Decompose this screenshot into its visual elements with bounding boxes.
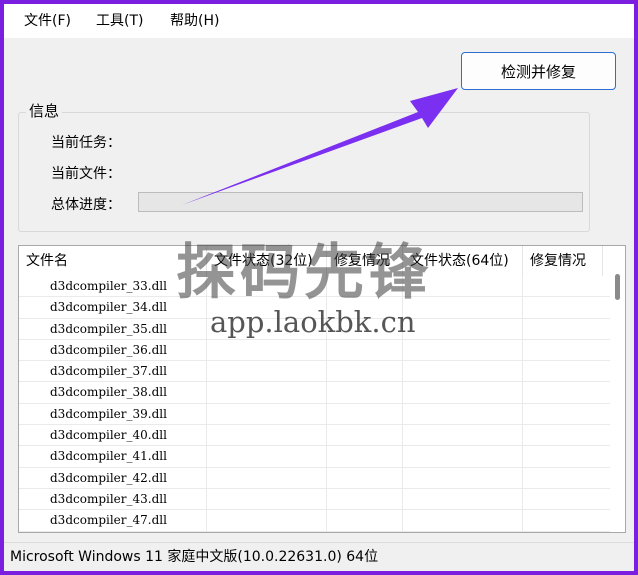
row-cell <box>207 488 327 510</box>
row-cell <box>403 446 523 467</box>
row-filename: d3dcompiler_38.dll <box>19 382 207 403</box>
column-header-repair-32[interactable]: 修复情况 <box>327 246 403 276</box>
row-cell <box>523 403 611 425</box>
row-cell <box>403 403 523 425</box>
row-filename: d3dcompiler_39.dll <box>19 403 207 425</box>
table-row[interactable]: d3dcompiler_42.dll <box>19 467 611 489</box>
row-cell <box>523 446 611 467</box>
table-body: d3dcompiler_33.dll d3dcompiler_34.dll d3dc… <box>19 276 611 532</box>
row-filename: d3dcompiler_33.dll <box>19 276 207 297</box>
row-cell <box>327 403 403 425</box>
table-row[interactable]: d3dcompiler_34.dll <box>19 297 611 319</box>
row-cell <box>327 339 403 361</box>
row-cell <box>403 488 523 510</box>
table-row[interactable]: d3dcompiler_35.dll <box>19 318 611 340</box>
row-cell <box>327 361 403 382</box>
row-filename: d3dcompiler_37.dll <box>19 361 207 382</box>
column-header-repair-64[interactable]: 修复情况 <box>523 246 603 276</box>
table-scrollbar[interactable] <box>610 246 625 532</box>
table-row[interactable]: d3dcompiler_39.dll <box>19 403 611 426</box>
row-cell <box>523 382 611 403</box>
row-cell <box>327 318 403 339</box>
row-cell <box>523 297 611 318</box>
row-cell <box>327 297 403 318</box>
row-cell <box>523 488 611 510</box>
menu-help[interactable]: 帮助(H) <box>170 12 219 30</box>
table-row[interactable]: d3dcompiler_47.dll <box>19 510 611 532</box>
menu-file[interactable]: 文件(F) <box>24 12 71 30</box>
row-cell <box>207 318 327 339</box>
row-cell <box>207 297 327 318</box>
row-filename: d3dcompiler_41.dll <box>19 446 207 467</box>
status-bar: Microsoft Windows 11 家庭中文版(10.0.22631.0)… <box>4 542 634 571</box>
row-cell <box>207 446 327 467</box>
file-table[interactable]: 文件名 文件状态(32位) 修复情况 文件状态(64位) 修复情况 d3dcom… <box>18 245 626 533</box>
menu-bar: 文件(F) 工具(T) 帮助(H) <box>4 4 634 38</box>
current-task-label: 当前任务： <box>51 135 121 151</box>
row-cell <box>327 382 403 403</box>
table-row[interactable]: d3dcompiler_33.dll <box>19 276 611 298</box>
row-cell <box>207 339 327 361</box>
row-cell <box>207 510 327 531</box>
row-cell <box>207 467 327 488</box>
row-cell <box>327 510 403 531</box>
row-cell <box>207 382 327 403</box>
overall-progress-bar <box>138 192 583 212</box>
row-filename: d3dcompiler_36.dll <box>19 339 207 361</box>
row-filename: d3dcompiler_43.dll <box>19 488 207 510</box>
row-cell <box>403 339 523 361</box>
column-header-status-32[interactable]: 文件状态(32位) <box>207 246 327 276</box>
row-filename: d3dcompiler_42.dll <box>19 467 207 488</box>
overall-progress-label: 总体进度： <box>51 197 121 213</box>
row-cell <box>523 510 611 531</box>
row-cell <box>327 446 403 467</box>
row-cell <box>207 361 327 382</box>
table-row[interactable]: d3dcompiler_40.dll <box>19 425 611 447</box>
column-header-status-64[interactable]: 文件状态(64位) <box>403 246 523 276</box>
row-cell <box>327 276 403 297</box>
row-cell <box>207 425 327 446</box>
table-row[interactable]: d3dcompiler_38.dll <box>19 382 611 404</box>
table-header: 文件名 文件状态(32位) 修复情况 文件状态(64位) 修复情况 <box>19 246 611 276</box>
row-cell <box>327 488 403 510</box>
scrollbar-thumb[interactable] <box>615 274 620 300</box>
table-row[interactable]: d3dcompiler_41.dll <box>19 446 611 468</box>
table-row[interactable]: d3dcompiler_36.dll <box>19 339 611 362</box>
row-cell <box>523 467 611 488</box>
row-filename: d3dcompiler_35.dll <box>19 318 207 339</box>
detect-repair-button[interactable]: 检测并修复 <box>461 52 616 90</box>
table-row[interactable]: d3dcompiler_43.dll <box>19 488 611 511</box>
row-cell <box>207 403 327 425</box>
row-cell <box>207 276 327 297</box>
row-cell <box>523 361 611 382</box>
row-cell <box>403 467 523 488</box>
row-cell <box>403 361 523 382</box>
current-file-label: 当前文件： <box>51 166 121 182</box>
row-filename: d3dcompiler_40.dll <box>19 425 207 446</box>
row-cell <box>403 318 523 339</box>
row-filename: d3dcompiler_34.dll <box>19 297 207 318</box>
row-cell <box>523 276 611 297</box>
table-row[interactable]: d3dcompiler_37.dll <box>19 361 611 383</box>
row-cell <box>403 297 523 318</box>
row-cell <box>523 425 611 446</box>
info-group-title: 信息 <box>26 100 63 121</box>
row-cell <box>403 276 523 297</box>
row-cell <box>403 425 523 446</box>
row-cell <box>523 339 611 361</box>
row-filename: d3dcompiler_47.dll <box>19 510 207 531</box>
app-window: 文件(F) 工具(T) 帮助(H) 检测并修复 信息 当前任务： 当前文件： 总… <box>4 4 634 571</box>
column-header-filename[interactable]: 文件名 <box>19 246 207 276</box>
row-cell <box>327 467 403 488</box>
row-cell <box>403 510 523 531</box>
row-cell <box>523 318 611 339</box>
row-cell <box>327 425 403 446</box>
menu-tools[interactable]: 工具(T) <box>96 12 143 30</box>
row-cell <box>403 382 523 403</box>
